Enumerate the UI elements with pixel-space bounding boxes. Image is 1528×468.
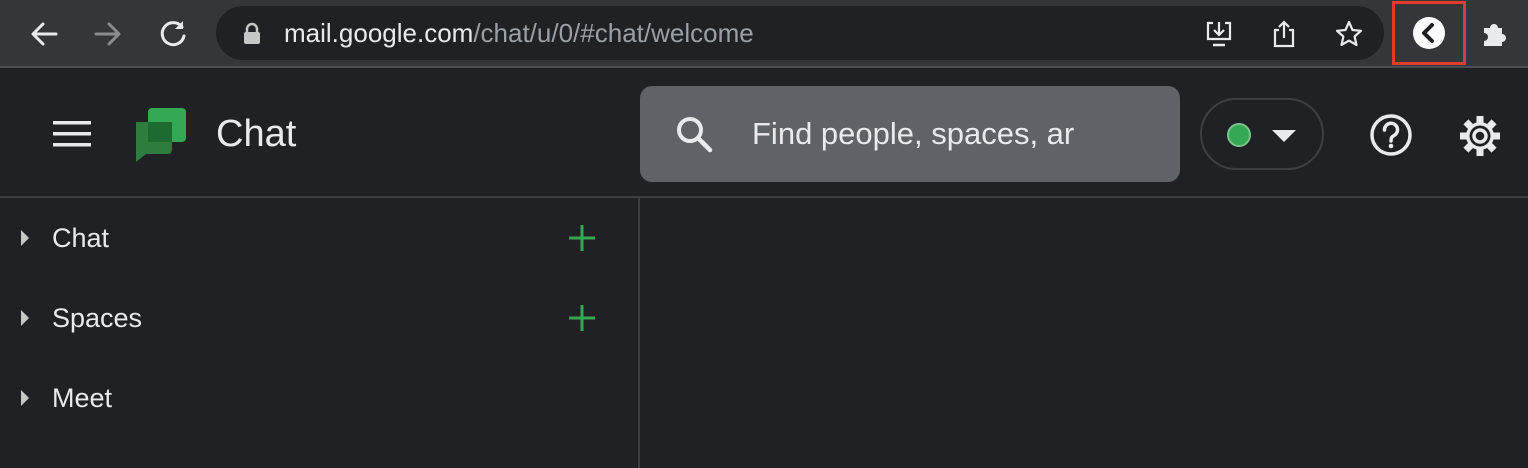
browser-toolbar: mail.google.com/chat/u/0/#chat/welcome — [0, 0, 1528, 68]
caret-right-icon — [21, 230, 29, 246]
status-indicator — [1227, 123, 1251, 147]
sidebar-section-chat[interactable]: Chat — [0, 198, 638, 278]
back-button[interactable] — [24, 14, 64, 54]
forward-arrow-icon — [94, 22, 121, 46]
reload-button[interactable] — [153, 14, 193, 54]
plus-icon — [569, 225, 595, 251]
sidebar-section-label: Chat — [52, 223, 110, 253]
help-button[interactable] — [1368, 112, 1414, 158]
extension-button[interactable] — [1392, 1, 1466, 65]
settings-button[interactable] — [1456, 112, 1504, 160]
search-icon — [677, 117, 713, 153]
reload-icon — [160, 21, 186, 47]
main-content-area — [640, 198, 1528, 468]
sidebar-section-spaces[interactable]: Spaces — [0, 278, 638, 358]
search-input[interactable] — [752, 110, 1152, 158]
url-text: mail.google.com/chat/u/0/#chat/welcome — [284, 6, 754, 60]
share-button[interactable] — [1267, 17, 1301, 51]
back-arrow-icon — [31, 22, 58, 46]
app-title: Chat — [216, 113, 297, 155]
hamburger-menu-icon — [53, 121, 91, 147]
lock-icon — [244, 22, 260, 44]
caret-right-icon — [21, 310, 29, 326]
sidebar-section-meet[interactable]: Meet — [0, 358, 638, 438]
plus-icon — [569, 305, 595, 331]
sidebar-section-label: Spaces — [52, 303, 143, 333]
bookmark-button[interactable] — [1332, 17, 1366, 51]
forward-button[interactable] — [88, 14, 128, 54]
puzzle-extensions-icon — [1484, 24, 1506, 46]
install-app-icon — [1206, 21, 1232, 47]
sidebar: Chat Spaces Meet — [0, 198, 638, 468]
url-host: mail.google.com — [284, 18, 474, 48]
settings-gear-icon — [1460, 116, 1500, 156]
status-selector[interactable] — [1200, 98, 1324, 170]
url-path: /chat/u/0/#chat/welcome — [473, 18, 754, 48]
app-header: Chat — [0, 70, 1528, 198]
main-menu-button[interactable] — [44, 110, 100, 158]
search-box[interactable] — [640, 86, 1180, 182]
start-chat-button[interactable] — [562, 218, 602, 258]
share-icon — [1273, 20, 1295, 48]
extensions-menu-button[interactable] — [1474, 14, 1514, 54]
create-space-button[interactable] — [562, 298, 602, 338]
bookmark-star-icon — [1335, 20, 1363, 47]
chevron-down-icon — [1272, 130, 1296, 142]
address-bar[interactable]: mail.google.com/chat/u/0/#chat/welcome — [216, 6, 1384, 60]
chat-logo — [136, 108, 186, 162]
install-app-button[interactable] — [1202, 17, 1236, 51]
caret-right-icon — [21, 390, 29, 406]
sidebar-section-label: Meet — [52, 383, 113, 413]
extension-chevron-left-icon — [1413, 17, 1445, 49]
help-circle-icon — [1370, 114, 1412, 156]
